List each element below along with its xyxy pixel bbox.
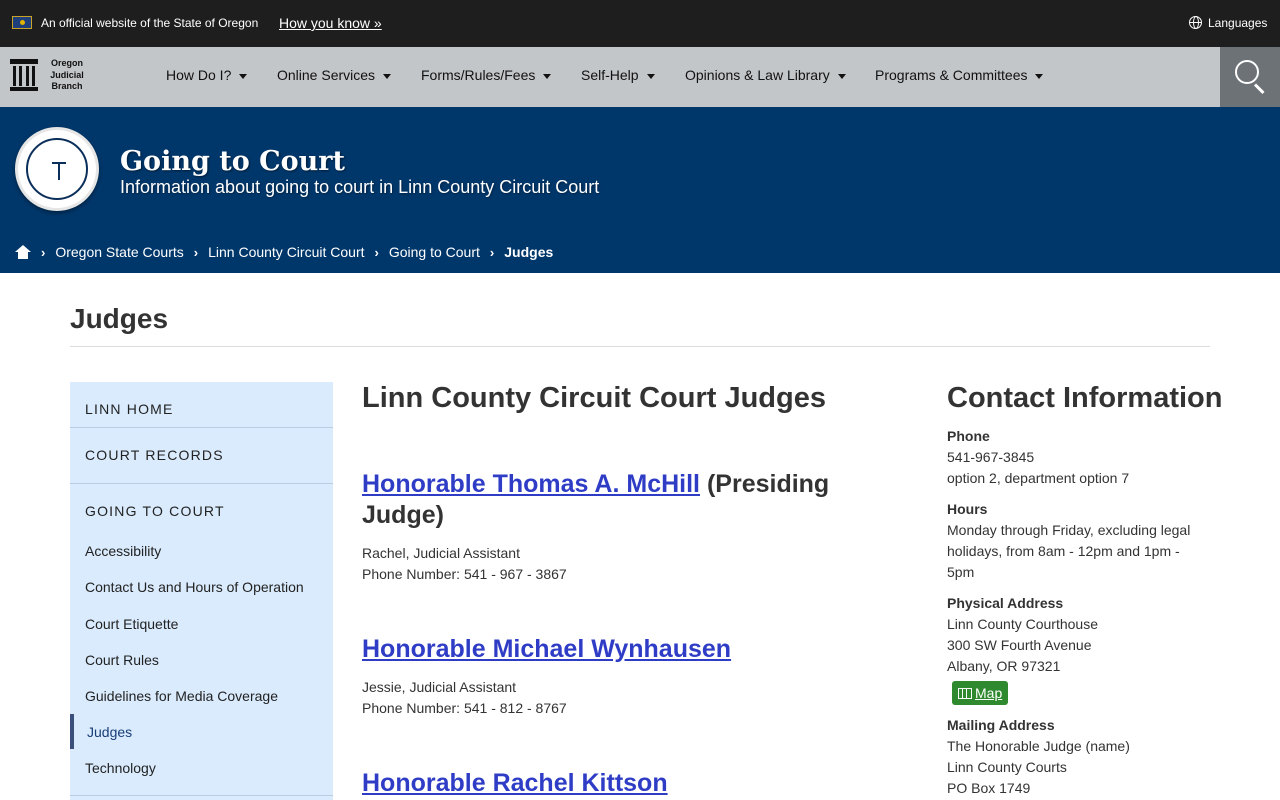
chevron-right-icon: › bbox=[41, 245, 46, 260]
judicial-department-seal bbox=[15, 127, 99, 211]
judge-phone: Phone Number: 541 - 812 - 8767 bbox=[362, 700, 567, 716]
courthouse-logo-icon[interactable] bbox=[10, 59, 38, 91]
mailing-address-label: Mailing Address bbox=[947, 717, 1055, 733]
physical-address-line: 300 SW Fourth Avenue bbox=[947, 637, 1092, 653]
judge-link[interactable]: Honorable Thomas A. McHill bbox=[362, 470, 700, 498]
physical-address-line: Linn County Courthouse bbox=[947, 616, 1098, 632]
nav-how-do-i[interactable]: How Do I? bbox=[166, 67, 248, 83]
mailing-address-line: Linn County Courts bbox=[947, 759, 1067, 775]
mailing-address-line: The Honorable Judge (name) bbox=[947, 738, 1130, 754]
judge-name: Honorable Thomas A. McHill (Presiding Ju… bbox=[362, 469, 882, 531]
judge-info: Rachel, Judicial Assistant Phone Number:… bbox=[362, 543, 882, 585]
sidebar-court-records[interactable]: COURT RECORDS bbox=[85, 447, 224, 463]
judge-name: Honorable Michael Wynhausen bbox=[362, 634, 882, 665]
official-banner: An official website of the State of Oreg… bbox=[0, 0, 1280, 47]
caret-down-icon bbox=[383, 73, 392, 79]
scales-of-justice-icon bbox=[52, 162, 66, 180]
caret-down-icon bbox=[837, 73, 846, 79]
sidebar-item-judges[interactable]: Judges bbox=[87, 724, 132, 740]
sidebar-item-media-guidelines[interactable]: Guidelines for Media Coverage bbox=[85, 688, 278, 704]
nav-opinions-law-library[interactable]: Opinions & Law Library bbox=[685, 67, 846, 83]
judge-info: Jessie, Judicial Assistant Phone Number:… bbox=[362, 677, 882, 719]
breadcrumb-going-to-court[interactable]: Going to Court bbox=[389, 244, 480, 260]
caret-down-icon bbox=[239, 73, 248, 79]
how-you-know-link[interactable]: How you know » bbox=[279, 15, 382, 31]
breadcrumb-linn-county-circuit-court[interactable]: Linn County Circuit Court bbox=[208, 244, 364, 260]
judge-name: Honorable Rachel Kittson bbox=[362, 768, 882, 799]
nav-programs-committees[interactable]: Programs & Committees bbox=[875, 67, 1044, 83]
judicial-assistant: Jessie, Judicial Assistant bbox=[362, 679, 517, 695]
divider bbox=[70, 427, 333, 428]
judge-link[interactable]: Honorable Michael Wynhausen bbox=[362, 635, 731, 663]
active-indicator bbox=[70, 714, 74, 749]
nav-online-services[interactable]: Online Services bbox=[277, 67, 392, 83]
physical-address-label: Physical Address bbox=[947, 595, 1064, 611]
search-icon bbox=[1235, 60, 1259, 84]
judge-entry: Honorable Michael Wynhausen Jessie, Judi… bbox=[362, 634, 882, 719]
main-navigation: Oregon Judicial Branch How Do I? Online … bbox=[0, 47, 1280, 107]
physical-address-line: Albany, OR 97321 bbox=[947, 658, 1061, 674]
home-icon[interactable] bbox=[15, 245, 31, 259]
divider bbox=[70, 346, 1210, 347]
phone-option: option 2, department option 7 bbox=[947, 470, 1130, 486]
sidebar-going-to-court[interactable]: GOING TO COURT bbox=[85, 503, 225, 519]
contact-heading: Contact Information bbox=[947, 382, 1223, 414]
caret-down-icon bbox=[1035, 73, 1044, 79]
divider bbox=[70, 795, 333, 796]
phone-number: 541-967-3845 bbox=[947, 449, 1035, 465]
divider bbox=[70, 483, 333, 484]
breadcrumb-oregon-state-courts[interactable]: Oregon State Courts bbox=[55, 244, 183, 260]
sidebar-item-court-rules[interactable]: Court Rules bbox=[85, 652, 159, 668]
caret-down-icon bbox=[646, 73, 655, 79]
hours-label: Hours bbox=[947, 501, 988, 517]
judge-link[interactable]: Honorable Rachel Kittson bbox=[362, 769, 668, 797]
chevron-right-icon: › bbox=[374, 245, 379, 260]
judge-entry: Honorable Thomas A. McHill (Presiding Ju… bbox=[362, 469, 882, 585]
sidebar-linn-home[interactable]: LINN HOME bbox=[85, 401, 174, 417]
caret-down-icon bbox=[543, 73, 552, 79]
official-website-text: An official website of the State of Oreg… bbox=[41, 16, 259, 30]
globe-icon[interactable] bbox=[1189, 16, 1202, 29]
nav-self-help[interactable]: Self-Help bbox=[581, 67, 655, 83]
judges-heading: Linn County Circuit Court Judges bbox=[362, 382, 826, 414]
sidebar-item-technology[interactable]: Technology bbox=[85, 760, 156, 776]
search-button[interactable] bbox=[1220, 47, 1280, 107]
nav-forms-rules-fees[interactable]: Forms/Rules/Fees bbox=[421, 67, 552, 83]
mailing-address-line: PO Box 1749 bbox=[947, 780, 1031, 796]
page-hero: Going to Court Information about going t… bbox=[0, 107, 1280, 273]
sidebar-item-accessibility[interactable]: Accessibility bbox=[85, 543, 161, 559]
breadcrumb: › Oregon State Courts › Linn County Circuit… bbox=[15, 244, 553, 260]
oregon-flag-icon bbox=[12, 16, 32, 29]
page-title: Judges bbox=[70, 303, 169, 334]
judge-phone: Phone Number: 541 - 967 - 3867 bbox=[362, 566, 567, 582]
map-button[interactable]: Map bbox=[952, 681, 1009, 705]
hero-title: Going to Court bbox=[120, 146, 345, 177]
phone-label: Phone bbox=[947, 428, 990, 444]
sidebar-item-contact-us[interactable]: Contact Us and Hours of Operation bbox=[85, 579, 304, 595]
ojb-logo-text[interactable]: Oregon Judicial Branch bbox=[44, 58, 90, 93]
chevron-right-icon: › bbox=[193, 245, 199, 260]
judicial-assistant: Rachel, Judicial Assistant bbox=[362, 545, 520, 561]
sidebar-item-court-etiquette[interactable]: Court Etiquette bbox=[85, 616, 178, 632]
contact-information: Phone 541-967-3845 option 2, department … bbox=[947, 426, 1207, 799]
hours-text: Monday through Friday, excluding legal h… bbox=[947, 522, 1191, 580]
section-sidebar: LINN HOME COURT RECORDS GOING TO COURT A… bbox=[70, 382, 333, 800]
hero-subtitle: Information about going to court in Linn… bbox=[120, 177, 600, 197]
judge-entry: Honorable Rachel Kittson bbox=[362, 768, 882, 799]
breadcrumb-current: Judges bbox=[504, 244, 554, 260]
map-icon bbox=[958, 688, 972, 699]
languages-button[interactable]: Languages bbox=[1208, 16, 1267, 30]
chevron-right-icon: › bbox=[489, 245, 495, 260]
